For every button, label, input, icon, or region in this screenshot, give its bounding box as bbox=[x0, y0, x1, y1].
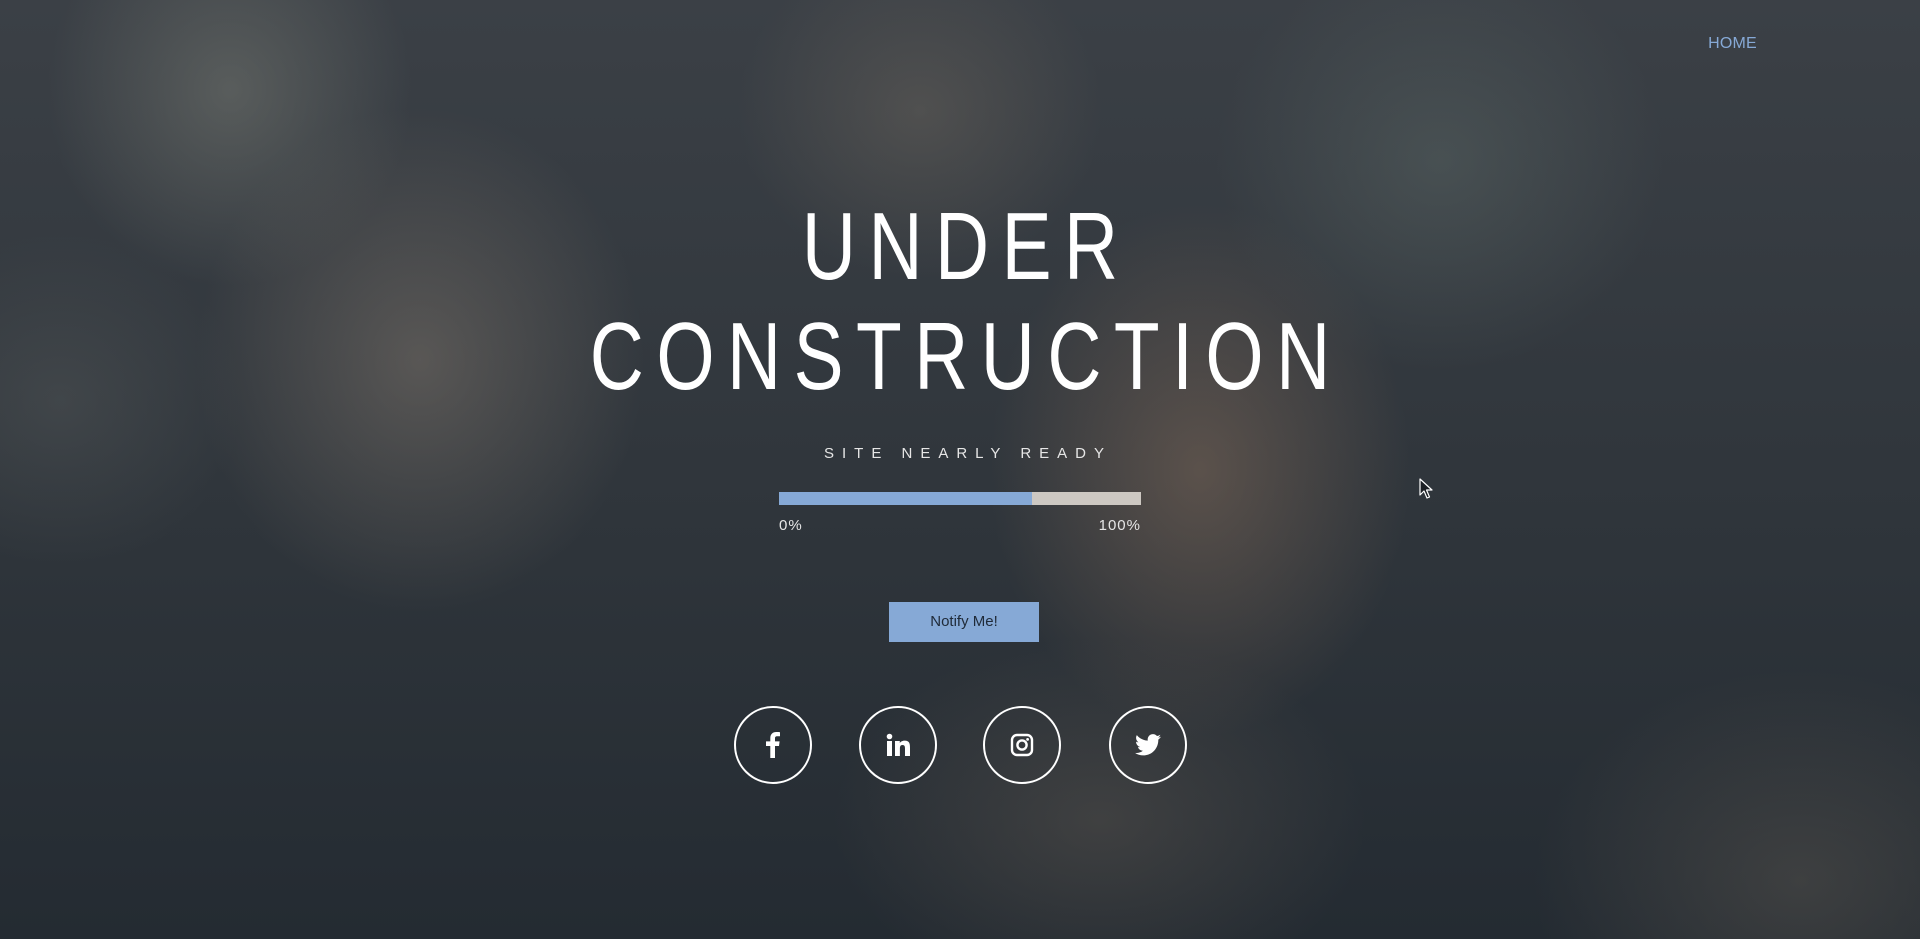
progress-max-label: 100% bbox=[1098, 517, 1141, 534]
linkedin-icon bbox=[886, 733, 910, 757]
background-image bbox=[0, 0, 1920, 939]
twitter-button[interactable] bbox=[1109, 706, 1187, 784]
mouse-cursor-icon bbox=[1419, 478, 1433, 505]
instagram-button[interactable] bbox=[983, 706, 1061, 784]
facebook-icon bbox=[766, 732, 780, 758]
progress-bar bbox=[779, 492, 1141, 505]
progress-min-label: 0% bbox=[779, 517, 803, 534]
subtitle: SITE NEARLY READY bbox=[824, 445, 1112, 462]
facebook-button[interactable] bbox=[734, 706, 812, 784]
title-line-1: UNDER bbox=[801, 193, 1131, 300]
page-title: UNDER CONSTRUCTION bbox=[0, 192, 1920, 412]
progress-fill bbox=[779, 492, 1033, 505]
twitter-icon bbox=[1135, 734, 1161, 756]
title-line-2: CONSTRUCTION bbox=[589, 303, 1343, 410]
notify-button[interactable]: Notify Me! bbox=[889, 602, 1039, 642]
instagram-icon bbox=[1010, 733, 1034, 757]
nav-item-home[interactable]: HOME bbox=[1700, 35, 1765, 53]
linkedin-button[interactable] bbox=[859, 706, 937, 784]
